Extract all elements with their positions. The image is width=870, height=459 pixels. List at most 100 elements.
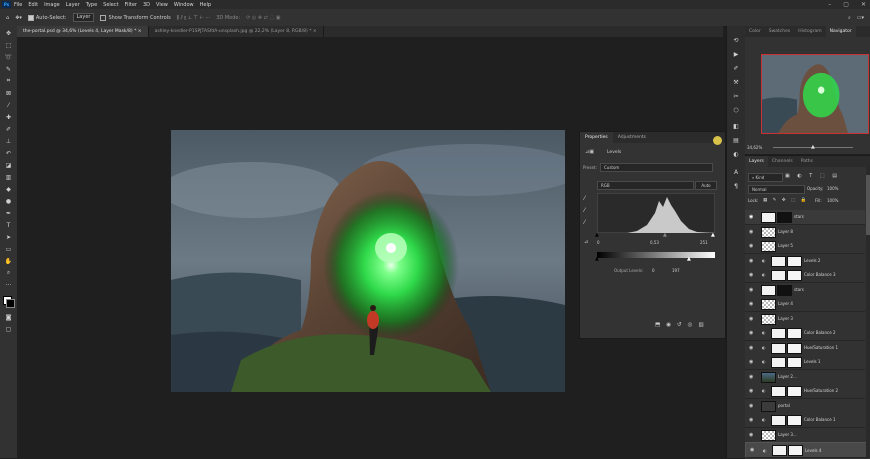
- layer-row[interactable]: ◉ stars: [745, 210, 865, 225]
- layer-row[interactable]: ◉ Layer 5: [745, 239, 865, 254]
- eyedropper-tool-icon[interactable]: ⁄: [4, 101, 13, 109]
- visibility-eye-icon[interactable]: ◉: [749, 374, 753, 380]
- hand-tool-icon[interactable]: ✋: [4, 257, 13, 265]
- lasso-tool-icon[interactable]: ➰: [4, 53, 13, 61]
- layer-row[interactable]: ◉ ◐ Color Balance 2: [745, 326, 865, 341]
- layer-row[interactable]: ◉ ◐ Hue/Saturation 2: [745, 384, 865, 399]
- menu-layer[interactable]: Layer: [66, 2, 80, 8]
- layer-thumbnail[interactable]: [761, 284, 776, 296]
- more-tools-icon[interactable]: ···: [4, 281, 13, 289]
- blend-mode-dropdown[interactable]: Normal: [748, 185, 805, 194]
- eyedropper-white-icon[interactable]: ⁄: [584, 219, 585, 226]
- tab-color[interactable]: Color: [745, 26, 765, 37]
- menu-window[interactable]: Window: [174, 2, 194, 8]
- zoom-tool-icon[interactable]: ⌕: [4, 269, 13, 277]
- layer-row[interactable]: ◉ Layer 3: [745, 311, 865, 327]
- crop-tool-icon[interactable]: ⌗: [4, 77, 13, 85]
- layer-name[interactable]: Layer 3: [778, 316, 793, 321]
- transform-controls-checkbox[interactable]: [100, 14, 107, 21]
- visibility-eye-icon[interactable]: ◉: [750, 447, 754, 454]
- layer-name[interactable]: Color Balance 3: [804, 272, 835, 277]
- layer-name[interactable]: Layer 4: [778, 301, 793, 306]
- navigator-zoom-slider[interactable]: ▲: [773, 144, 853, 150]
- menu-select[interactable]: Select: [103, 2, 118, 8]
- layer-name[interactable]: Color Balance 1: [804, 417, 835, 422]
- channel-dropdown[interactable]: RGB: [597, 181, 694, 190]
- tab-properties[interactable]: Properties: [580, 132, 613, 143]
- tool-presets-icon[interactable]: ⚒: [732, 78, 740, 86]
- visibility-eye-icon[interactable]: ◉: [749, 359, 753, 365]
- layer-name[interactable]: Levels 4: [805, 447, 821, 454]
- align-icons[interactable]: ⫼ ⫽ ⫾ ⊥ ⊤ ⊢ ···: [177, 15, 211, 21]
- move-tool-icon[interactable]: ✥: [4, 29, 13, 37]
- type-tool-icon[interactable]: T: [4, 221, 13, 229]
- layer-mask-thumbnail[interactable]: [787, 255, 802, 267]
- layer-row[interactable]: ◉ Layer 8: [745, 224, 865, 240]
- auto-button[interactable]: Auto: [695, 181, 717, 190]
- scrollbar-thumb[interactable]: [866, 175, 870, 235]
- layer-name[interactable]: stars: [794, 287, 804, 292]
- layer-thumbnail[interactable]: [771, 415, 786, 426]
- close-icon[interactable]: ✕: [861, 1, 866, 8]
- home-icon[interactable]: ⌂: [6, 15, 9, 21]
- layer-filter-icons[interactable]: ▣ ◐ T ⬚ ▤: [785, 173, 840, 179]
- clipping-warning-icon[interactable]: ⊿: [584, 239, 588, 245]
- layer-row[interactable]: ◉ stars: [745, 282, 865, 298]
- layer-row[interactable]: ◉ Layer 3...: [745, 427, 865, 443]
- navigator-thumbnail[interactable]: [761, 54, 869, 134]
- layer-thumbnail[interactable]: [761, 299, 776, 310]
- view-previous-icon[interactable]: ◉: [666, 322, 671, 328]
- layer-name[interactable]: portal: [778, 403, 790, 408]
- visibility-eye-icon[interactable]: ◉: [749, 301, 753, 307]
- layer-row[interactable]: ◉ ◐ Levels 2: [745, 253, 865, 269]
- auto-select-checkbox[interactable]: [27, 14, 34, 21]
- menu-help[interactable]: Help: [200, 2, 211, 8]
- visibility-eye-icon[interactable]: ◉: [749, 287, 753, 293]
- input-gamma-value[interactable]: 0,53: [650, 240, 659, 245]
- layer-thumbnail[interactable]: [761, 429, 776, 441]
- layer-name[interactable]: Layer 5: [778, 243, 793, 248]
- 3d-icon[interactable]: ⬡: [732, 106, 740, 114]
- layer-filter-dropdown[interactable]: ⌕ Kind: [748, 173, 783, 182]
- preset-dropdown[interactable]: Custom: [600, 163, 713, 172]
- fill-value[interactable]: 100%: [827, 198, 838, 203]
- document-canvas[interactable]: [171, 130, 565, 392]
- layer-row[interactable]: ◉ ◐ Levels 4: [745, 442, 870, 458]
- layer-row[interactable]: ◉ ◐ Hue/Saturation 1: [745, 340, 865, 356]
- layer-thumbnail[interactable]: [771, 357, 786, 368]
- output-white-handle[interactable]: ▲: [687, 256, 691, 262]
- layer-mask-thumbnail[interactable]: [787, 342, 802, 354]
- character-icon[interactable]: A: [732, 168, 740, 176]
- clone-stamp-tool-icon[interactable]: ⊥: [4, 137, 13, 145]
- visibility-eye-icon[interactable]: ◉: [749, 214, 753, 220]
- tab-unsplash-photo[interactable]: ashley-knedler-P1SPJTASfdA-unsplash.jpg …: [148, 26, 324, 37]
- layer-thumbnail[interactable]: [771, 342, 786, 354]
- layer-mask-thumbnail[interactable]: [787, 357, 802, 368]
- layer-mask-thumbnail[interactable]: [787, 328, 802, 339]
- healing-tool-icon[interactable]: ✚: [4, 113, 13, 121]
- visibility-eye-icon[interactable]: ◉: [749, 403, 753, 409]
- gradient-tool-icon[interactable]: ▥: [4, 173, 13, 181]
- white-point-handle[interactable]: ▲: [711, 232, 715, 238]
- layer-thumbnail[interactable]: [771, 255, 786, 267]
- minimize-icon[interactable]: –: [828, 1, 831, 8]
- input-white-value[interactable]: 251: [700, 240, 708, 245]
- tab-navigator[interactable]: Navigator: [825, 26, 856, 37]
- layer-thumbnail[interactable]: [772, 445, 787, 456]
- layer-row[interactable]: ◉ ◐ Color Balance 1: [745, 413, 865, 428]
- layer-thumbnail[interactable]: [771, 270, 786, 281]
- layer-thumbnail[interactable]: [771, 328, 786, 339]
- visibility-eye-icon[interactable]: ◉: [749, 432, 753, 438]
- lock-icons[interactable]: ▦ ✎ ✥ ⬚ 🔒: [763, 198, 808, 203]
- clip-to-layer-icon[interactable]: ⬒: [655, 322, 660, 328]
- tab-paths[interactable]: Paths: [797, 156, 817, 167]
- screen-mode-icon[interactable]: ▢: [4, 325, 13, 333]
- layer-thumbnail[interactable]: [761, 400, 776, 412]
- layer-thumbnail[interactable]: [761, 212, 776, 223]
- layer-thumbnail[interactable]: [761, 371, 776, 383]
- quick-select-tool-icon[interactable]: ✎: [4, 65, 13, 73]
- output-black-value[interactable]: 0: [652, 268, 655, 273]
- navigator-zoom-value[interactable]: 34,62%: [747, 145, 762, 150]
- eyedropper-gray-icon[interactable]: ⁄: [584, 207, 585, 214]
- layer-row[interactable]: ◉ Layer 4: [745, 297, 865, 312]
